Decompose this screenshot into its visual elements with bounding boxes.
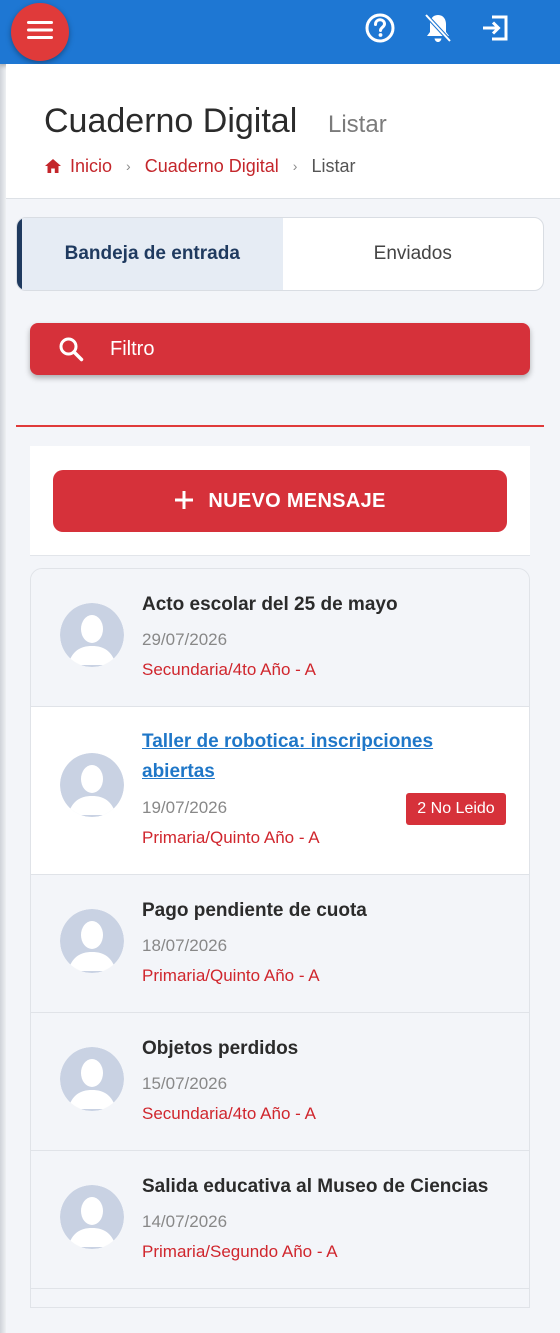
avatar — [60, 1185, 124, 1249]
message-group: Secundaria/4to Año - A — [142, 660, 316, 679]
new-message-button[interactable]: NUEVO MENSAJE — [53, 470, 507, 532]
message-group: Primaria/Segundo Año - A — [142, 1242, 338, 1261]
menu-button[interactable] — [11, 3, 69, 61]
message-title: Objetos perdidos — [142, 1038, 299, 1059]
message-title: Salida educativa al Museo de Ciencias — [142, 1176, 489, 1197]
avatar — [60, 603, 124, 667]
message-list: Acto escolar del 25 de mayo 29/07/2026 S… — [30, 568, 530, 1308]
sidebar-edge — [0, 64, 6, 1333]
message-group: Primaria/Quinto Año - A — [142, 966, 320, 985]
avatar — [60, 909, 124, 973]
chevron-right-icon: › — [292, 158, 298, 174]
list-item[interactable]: Objetos perdidos 15/07/2026 Secundaria/4… — [31, 1013, 529, 1151]
new-message-panel: NUEVO MENSAJE — [30, 446, 530, 556]
top-app-bar — [0, 0, 560, 64]
list-item[interactable]: Pago pendiente de cuota 18/07/2026 Prima… — [31, 875, 529, 1013]
message-title-link[interactable]: Taller de robotica: inscripciones abiert… — [142, 727, 472, 787]
list-item[interactable]: Acto escolar del 25 de mayo 29/07/2026 S… — [31, 569, 529, 707]
logout-icon — [480, 13, 510, 48]
breadcrumb-section-link[interactable]: Cuaderno Digital — [145, 156, 279, 177]
message-date: 15/07/2026 — [142, 1074, 228, 1093]
new-message-label: NUEVO MENSAJE — [208, 489, 386, 512]
tab-sent[interactable]: Enviados — [283, 218, 544, 290]
message-title: Acto escolar del 25 de mayo — [142, 594, 398, 615]
plus-icon — [174, 486, 194, 516]
message-title: Pago pendiente de cuota — [142, 900, 367, 921]
avatar — [60, 1047, 124, 1111]
message-group: Primaria/Quinto Año - A — [142, 828, 320, 847]
message-date: 18/07/2026 — [142, 936, 228, 955]
section-divider — [16, 425, 544, 427]
mailbox-tabs: Bandeja de entrada Enviados — [16, 217, 544, 291]
avatar — [60, 753, 124, 817]
help-circle-icon — [364, 12, 396, 49]
list-item[interactable]: Taller de robotica: inscripciones abiert… — [31, 707, 529, 875]
bell-off-icon — [423, 12, 453, 49]
chevron-right-icon: › — [126, 158, 131, 174]
breadcrumb-current: Listar — [311, 155, 356, 176]
breadcrumb: Inicio › Cuaderno Digital › Listar — [44, 154, 355, 178]
logout-button[interactable] — [479, 14, 511, 46]
breadcrumb-home-link[interactable]: Inicio — [70, 156, 112, 177]
home-icon — [44, 158, 62, 174]
filter-label: Filtro — [110, 337, 155, 360]
filter-button[interactable]: Filtro — [30, 323, 530, 375]
page-subtitle: Listar — [328, 111, 387, 138]
notifications-button[interactable] — [422, 12, 454, 49]
help-button[interactable] — [364, 12, 396, 49]
message-date: 14/07/2026 — [142, 1212, 228, 1231]
page-header: Cuaderno Digital Listar Inicio › Cuadern… — [6, 64, 560, 199]
hamburger-icon — [27, 20, 53, 45]
message-group: Secundaria/4to Año - A — [142, 1104, 316, 1123]
tab-inbox[interactable]: Bandeja de entrada — [17, 218, 283, 290]
message-date: 29/07/2026 — [142, 630, 228, 649]
page-title: Cuaderno Digital — [44, 102, 298, 140]
message-date: 19/07/2026 — [142, 798, 228, 817]
unread-badge: 2 No Leido — [406, 793, 506, 825]
search-icon — [58, 336, 84, 362]
list-item[interactable]: Salida educativa al Museo de Ciencias 14… — [31, 1151, 529, 1289]
